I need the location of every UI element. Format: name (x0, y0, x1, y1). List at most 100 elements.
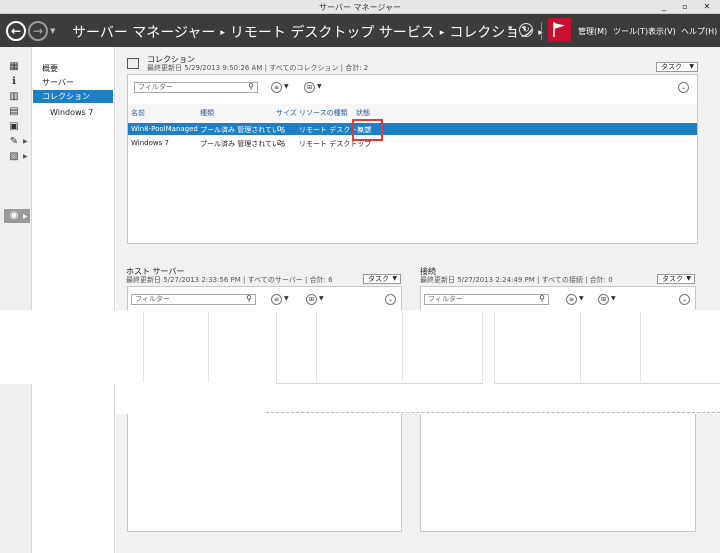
row-type: プール済み 管理されている (200, 140, 287, 148)
overlay-divider (640, 312, 641, 382)
breadcrumb-separator-icon: ▸ (439, 28, 445, 38)
expand-chevron-icon[interactable]: ⌄ (385, 294, 396, 305)
collections-task-button[interactable]: タスク ▼ (656, 62, 698, 72)
row-type: プール済み 管理されている (200, 126, 287, 134)
expand-chevron-icon[interactable]: ⌄ (679, 294, 690, 305)
dropdown-arrow-icon[interactable]: ▼ (579, 295, 584, 302)
save-query-icon[interactable]: ⊞ (306, 294, 317, 305)
column-header-status[interactable]: 状態 (356, 108, 370, 118)
table-row[interactable]: Windows 7 プール済み 管理されている 2 リモート デスクトップ (128, 137, 697, 149)
expand-arrow-icon[interactable]: ▶ (23, 138, 28, 145)
collection-tile-icon (127, 58, 139, 69)
dropdown-arrow-icon[interactable]: ▼ (319, 295, 324, 302)
dropdown-arrow-icon: ▼ (689, 63, 694, 70)
dashboard-icon[interactable]: ▦ (9, 62, 19, 72)
info-icon[interactable]: ℹ (9, 77, 19, 87)
forward-arrow-icon[interactable]: → (28, 21, 48, 41)
search-icon: ⚲ (539, 294, 545, 303)
overlay-divider (402, 312, 403, 382)
hosts-subtitle: 最終更新日 5/27/2013 2:33:56 PM | すべてのサーバー | … (126, 276, 333, 284)
filter-placeholder: フィルター (138, 83, 173, 91)
row-resource-type: リモート デスクトップ (299, 140, 372, 148)
list-options-icon[interactable]: ≡ (566, 294, 577, 305)
close-button[interactable]: ✕ (701, 1, 713, 12)
blank-overlay-band (0, 310, 720, 384)
iis-icon[interactable]: ▣ (9, 122, 19, 132)
sidebar-item-windows7[interactable]: Windows 7 (33, 106, 113, 119)
task-label: タスク (661, 63, 682, 71)
overlay-divider (277, 383, 482, 384)
breadcrumb-separator-icon: ▸ (220, 28, 225, 38)
column-header-type[interactable]: 種類 (200, 108, 214, 118)
overlay-divider (208, 312, 209, 382)
dropdown-arrow-icon[interactable]: ▼ (611, 295, 616, 302)
dropdown-arrow-icon: ▼ (686, 275, 691, 282)
collections-list-panel (127, 74, 698, 244)
dropdown-arrow-icon: ▼ (392, 275, 397, 282)
overlay-divider (494, 312, 495, 384)
sidebar-item-collections[interactable]: コレクション (33, 90, 113, 103)
flag-icon (553, 22, 565, 37)
breadcrumb-rds[interactable]: リモート デスクトップ サービス (230, 25, 435, 41)
table-row[interactable]: Win8-PoolManaged プール済み 管理されている 0 リモート デス… (128, 123, 697, 135)
server-role-icon[interactable]: ▧ (9, 152, 19, 162)
sidebar-item-overview[interactable]: 概要 (33, 62, 113, 75)
dropdown-icon[interactable]: ▾ (508, 24, 513, 34)
overlay-divider (266, 412, 720, 413)
connections-task-button[interactable]: タスク ▼ (657, 274, 695, 284)
rds-navigation-pane: 概要 サーバー コレクション Windows 7 (33, 47, 115, 553)
search-icon: ⚲ (246, 294, 252, 303)
hosts-filter-input[interactable]: フィルター ⚲ (131, 294, 256, 305)
maximize-button[interactable]: ▫ (679, 1, 691, 12)
task-label: タスク (368, 275, 389, 283)
dropdown-arrow-icon[interactable]: ▼ (284, 83, 289, 90)
menu-manage[interactable]: 管理(M) (578, 26, 607, 37)
save-query-icon[interactable]: ⊞ (304, 82, 315, 93)
tools-icon[interactable]: ✎ (9, 137, 19, 147)
save-query-icon[interactable]: ⊞ (598, 294, 609, 305)
overlay-divider (316, 312, 317, 382)
overlay-divider (482, 312, 483, 384)
file-services-icon[interactable]: ▤ (9, 107, 19, 117)
collections-subtitle: 最終更新日 5/29/2013 9:50:26 AM | すべてのコレクション … (147, 64, 369, 72)
blank-overlay-band (115, 384, 720, 414)
dropdown-arrow-icon[interactable]: ▼ (284, 295, 289, 302)
breadcrumb-server-manager[interactable]: サーバー マネージャー (72, 25, 215, 41)
filter-placeholder: フィルター (428, 295, 463, 303)
overlay-divider (580, 312, 581, 382)
column-header-name[interactable]: 名前 (131, 108, 145, 118)
back-arrow-icon[interactable]: ← (6, 21, 26, 41)
all-servers-icon[interactable]: ▥ (9, 92, 19, 102)
notifications-flag-button[interactable] (548, 18, 571, 42)
overlay-divider (276, 312, 277, 384)
column-header-resource-type[interactable]: リソースの種類 (299, 108, 348, 118)
minimize-button[interactable]: _ (658, 1, 670, 12)
menu-help[interactable]: ヘルプ(H) (681, 26, 717, 37)
window-title-bar: サーバー マネージャー _ ▫ ✕ (0, 0, 720, 14)
hosts-task-button[interactable]: タスク ▼ (363, 274, 401, 284)
sidebar-item-servers[interactable]: サーバー (33, 76, 113, 89)
expand-arrow-icon[interactable]: ▶ (23, 213, 28, 220)
menu-view[interactable]: 表示(V) (648, 26, 676, 37)
refresh-icon[interactable]: ↻ (519, 23, 533, 37)
list-options-icon[interactable]: ≡ (271, 294, 282, 305)
expand-chevron-icon[interactable]: ⌄ (678, 82, 689, 93)
connections-filter-input[interactable]: フィルター ⚲ (424, 294, 549, 305)
menu-tools[interactable]: ツール(T) (613, 26, 648, 37)
nav-divider (541, 22, 542, 40)
column-header-size[interactable]: サイズ (276, 108, 297, 118)
expand-arrow-icon[interactable]: ▶ (23, 153, 28, 160)
filter-placeholder: フィルター (135, 295, 170, 303)
dropdown-arrow-icon[interactable]: ▼ (317, 83, 322, 90)
list-options-icon[interactable]: ≡ (271, 82, 282, 93)
main-content: コレクション 最終更新日 5/29/2013 9:50:26 AM | すべての… (116, 47, 720, 553)
row-name: Windows 7 (131, 139, 169, 147)
history-dropdown-icon[interactable]: ▼ (50, 27, 55, 35)
collections-filter-input[interactable]: フィルター ⚲ (134, 82, 258, 93)
overlay-divider (495, 383, 720, 384)
search-icon: ⚲ (248, 82, 254, 91)
overlay-divider (143, 312, 144, 382)
row-name: Win8-PoolManaged (131, 125, 198, 133)
left-icon-strip: ▦ ℹ ▥ ▤ ▣ ✎ ▶ ▧ ▶ ◉ ▶ (0, 47, 32, 553)
breadcrumb: サーバー マネージャー▸リモート デスクトップ サービス▸コレクション▸ (72, 22, 548, 42)
